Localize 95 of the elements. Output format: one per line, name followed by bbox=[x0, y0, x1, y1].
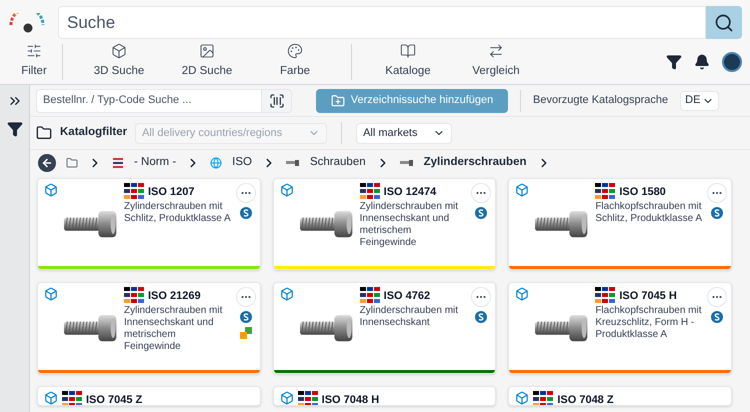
breadcrumb-link[interactable]: Zylinderschrauben bbox=[424, 154, 526, 172]
toolbar-button[interactable]: 2D Suche bbox=[163, 42, 251, 80]
breadcrumb-link[interactable]: Schrauben bbox=[310, 154, 366, 172]
product-title: ISO 12474 bbox=[384, 185, 436, 199]
book-icon bbox=[400, 42, 416, 59]
image-icon bbox=[199, 42, 215, 59]
arrows-icon bbox=[488, 42, 504, 59]
s-badge-icon bbox=[240, 311, 252, 323]
back-icon bbox=[41, 157, 53, 169]
search-field[interactable]: Suche bbox=[58, 6, 706, 39]
more-button[interactable] bbox=[707, 287, 727, 307]
s-badge-icon bbox=[475, 207, 488, 219]
more-button[interactable] bbox=[707, 183, 727, 203]
search-button[interactable] bbox=[706, 6, 742, 39]
product-card[interactable]: ISO 7048 Z bbox=[508, 386, 732, 406]
cube-icon bbox=[111, 42, 127, 59]
globe-icon bbox=[210, 157, 222, 169]
back-button[interactable] bbox=[38, 154, 56, 172]
filter-icon[interactable] bbox=[6, 121, 22, 137]
barcode-search-icon bbox=[268, 92, 284, 108]
code-search-field[interactable]: Bestellnr. / Typ-Code Suche ... bbox=[36, 88, 262, 112]
bell-icon[interactable] bbox=[694, 54, 710, 70]
toolbar-button[interactable]: Farbe bbox=[251, 42, 339, 80]
product-card[interactable]: ISO 1580 Flachkopfschrauben mit Schlitz, Produktklasse A bbox=[508, 178, 732, 270]
cube-icon bbox=[515, 183, 530, 197]
cube-icon bbox=[280, 391, 294, 405]
more-button[interactable] bbox=[471, 287, 492, 307]
flags-icon bbox=[595, 287, 616, 305]
cube-icon bbox=[280, 287, 294, 301]
s-badge-icon bbox=[240, 207, 252, 219]
language-select[interactable]: DE bbox=[680, 90, 720, 110]
s-badge-icon bbox=[475, 311, 488, 323]
flags-icon bbox=[360, 183, 380, 201]
flags-icon bbox=[124, 183, 144, 201]
product-title: ISO 7045 H bbox=[619, 289, 677, 303]
breadcrumb-link[interactable]: ISO bbox=[232, 154, 252, 172]
cube-icon bbox=[44, 183, 58, 197]
product-title: ISO 1207 bbox=[148, 185, 194, 199]
toolbar-button[interactable]: 3D Suche bbox=[75, 42, 163, 80]
folder-filter-icon bbox=[36, 125, 52, 141]
toolbar-button[interactable]: Kataloge bbox=[364, 42, 452, 80]
more-button[interactable] bbox=[236, 287, 256, 307]
grid-icon bbox=[112, 157, 124, 169]
folder-plus-icon bbox=[330, 94, 345, 108]
flags-icon bbox=[360, 287, 380, 305]
sliders-icon bbox=[26, 42, 42, 59]
product-description: Zylinderschrauben mit Innensechskant und metrischem Feingewinde bbox=[124, 305, 224, 353]
filter-icon[interactable] bbox=[666, 54, 682, 70]
product-card[interactable]: ISO 1207 Zylinderschrauben mit Schlitz, Produktklasse A bbox=[37, 178, 261, 270]
product-card[interactable]: ISO 7045 Z bbox=[37, 386, 261, 406]
more-button[interactable] bbox=[236, 183, 256, 203]
palette-icon bbox=[287, 42, 303, 59]
flags-icon bbox=[124, 287, 144, 305]
flags-icon bbox=[533, 391, 554, 405]
s-badge-icon bbox=[711, 207, 723, 219]
markets-select[interactable]: All markets bbox=[356, 122, 452, 144]
search-icon bbox=[714, 12, 734, 32]
catalog-filter-label: Katalogfilter bbox=[60, 125, 128, 140]
screw-icon bbox=[286, 159, 300, 167]
product-description: Zylinderschrauben mit Innensechskant und metrischem Feingewinde bbox=[360, 201, 460, 249]
flags-icon bbox=[298, 391, 318, 405]
product-title: ISO 7048 Z bbox=[557, 393, 614, 405]
product-card[interactable]: ISO 21269 Zylinderschrauben mit Innensechskant und metrischem Feingewinde bbox=[37, 282, 261, 374]
toolbar-button[interactable]: Vergleich bbox=[452, 42, 540, 80]
cube-icon bbox=[515, 391, 530, 405]
product-card[interactable]: ISO 7048 H bbox=[272, 386, 496, 406]
logo-icon bbox=[8, 12, 46, 32]
catalog-icon bbox=[66, 157, 78, 169]
toolbar-button[interactable]: Filter bbox=[18, 42, 50, 80]
countries-select: All delivery countries/regions bbox=[135, 122, 328, 144]
product-title: ISO 1580 bbox=[619, 185, 666, 199]
flags-icon bbox=[62, 391, 82, 405]
product-description: Zylinderschrauben mit Innensechskant bbox=[360, 305, 460, 329]
product-description: Flachkopfschrauben mit Schlitz, Produktklasse A bbox=[595, 201, 703, 225]
product-title: ISO 7045 Z bbox=[86, 393, 142, 405]
product-title: ISO 4762 bbox=[384, 289, 430, 303]
more-button[interactable] bbox=[471, 183, 492, 203]
cube-icon bbox=[44, 391, 58, 405]
product-title: ISO 7048 H bbox=[322, 393, 380, 405]
barcode-search-button[interactable] bbox=[262, 88, 292, 112]
cube-icon bbox=[280, 183, 294, 197]
product-card[interactable]: ISO 12474 Zylinderschrauben mit Innensechskant und metrischem Feingewinde bbox=[272, 178, 496, 270]
breadcrumb-link[interactable]: - Norm - bbox=[134, 154, 176, 172]
flags-icon bbox=[595, 183, 616, 201]
screw-icon bbox=[400, 159, 414, 167]
product-card[interactable]: ISO 7045 H Flachkopfschrauben mit Kreuzschlitz, Form H - Produktklasse A bbox=[508, 282, 732, 374]
language-label: Bevorzugte Katalogsprache bbox=[533, 93, 668, 108]
cube-icon bbox=[44, 287, 58, 301]
product-title: ISO 21269 bbox=[148, 289, 201, 303]
cube-icon bbox=[515, 287, 530, 301]
product-description: Zylinderschrauben mit Schlitz, Produktklasse A bbox=[124, 201, 232, 225]
product-description: Flachkopfschrauben mit Kreuzschlitz, Form H - Produktklasse A bbox=[595, 305, 702, 341]
avatar[interactable] bbox=[722, 52, 742, 72]
product-card[interactable]: ISO 4762 Zylinderschrauben mit Innensechskant bbox=[272, 282, 496, 374]
s-badge-icon bbox=[711, 311, 723, 323]
